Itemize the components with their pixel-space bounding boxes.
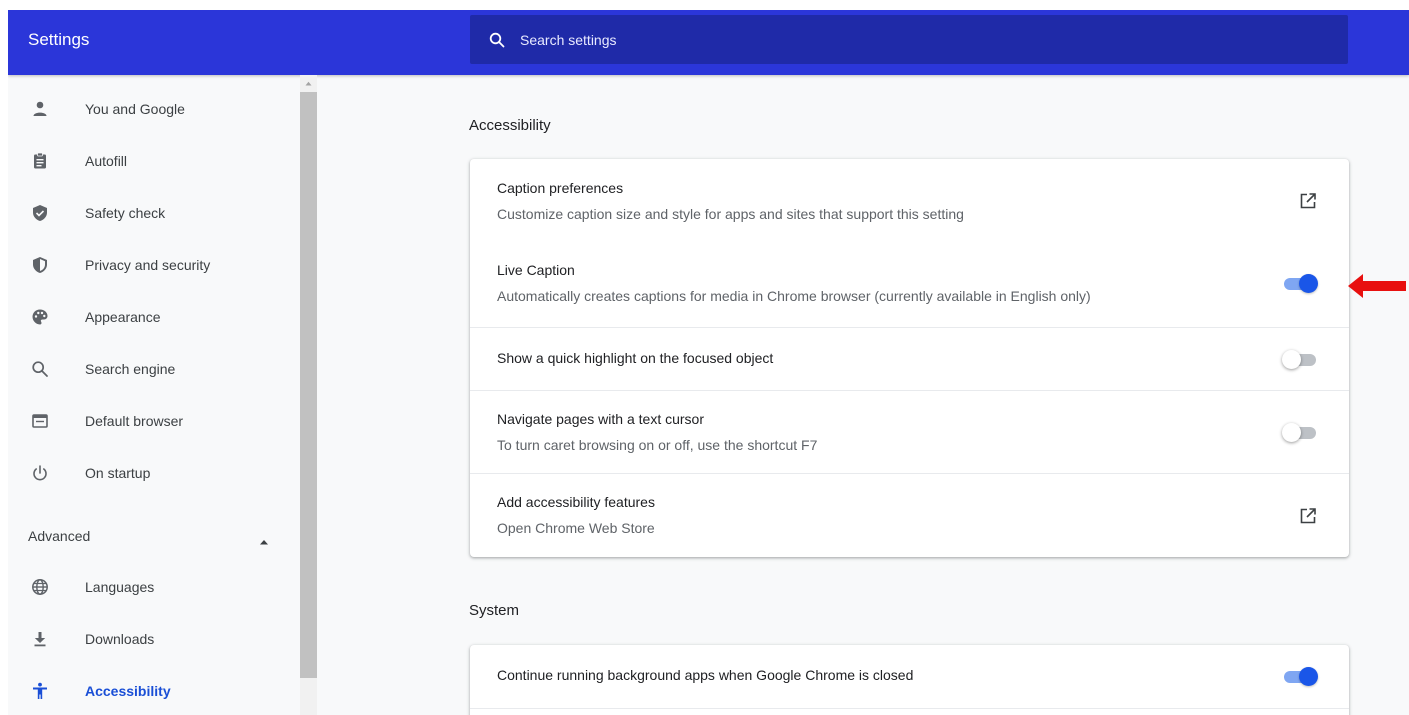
browser-icon bbox=[28, 409, 52, 433]
external-link-icon[interactable] bbox=[1296, 504, 1320, 528]
search-icon bbox=[28, 357, 52, 381]
setting-title: Live Caption bbox=[497, 262, 575, 278]
system-card: Continue running background apps when Go… bbox=[470, 645, 1349, 715]
search-box[interactable] bbox=[470, 15, 1348, 64]
setting-row-caption-preferences[interactable]: Caption preferences Customize caption si… bbox=[470, 159, 1349, 243]
sidebar: You and Google Autofill Safety check Pri… bbox=[8, 75, 308, 715]
accessibility-icon bbox=[28, 679, 52, 703]
background-apps-toggle[interactable] bbox=[1282, 666, 1318, 686]
setting-row-next bbox=[470, 708, 1349, 715]
sidebar-item-label: Downloads bbox=[85, 631, 155, 647]
setting-subtitle: To turn caret browsing on or off, use th… bbox=[497, 437, 818, 453]
chevron-up-icon bbox=[259, 532, 269, 550]
setting-title: Show a quick highlight on the focused ob… bbox=[497, 350, 774, 366]
sidebar-item-label: Accessibility bbox=[85, 683, 171, 699]
advanced-toggle[interactable]: Advanced bbox=[8, 518, 298, 554]
palette-icon bbox=[28, 305, 52, 329]
toggle-knob bbox=[1282, 423, 1301, 442]
clipboard-icon bbox=[28, 149, 52, 173]
sidebar-item-label: Default browser bbox=[85, 413, 184, 429]
setting-row-background-apps[interactable]: Continue running background apps when Go… bbox=[470, 645, 1349, 708]
setting-row-focus-highlight[interactable]: Show a quick highlight on the focused ob… bbox=[470, 327, 1349, 391]
sidebar-item-label: Autofill bbox=[85, 153, 128, 169]
sidebar-item-languages[interactable]: Languages bbox=[8, 567, 298, 607]
sidebar-item-label: On startup bbox=[85, 465, 151, 481]
page-title: Settings bbox=[28, 30, 90, 49]
sidebar-item-label: Appearance bbox=[85, 309, 161, 325]
toggle-knob bbox=[1282, 350, 1301, 369]
section-title-accessibility: Accessibility bbox=[469, 117, 551, 134]
setting-subtitle: Customize caption size and style for app… bbox=[497, 206, 964, 222]
caret-browsing-toggle[interactable] bbox=[1282, 422, 1318, 442]
power-icon bbox=[28, 461, 52, 485]
sidebar-item-safety-check[interactable]: Safety check bbox=[8, 193, 298, 233]
advanced-label: Advanced bbox=[28, 528, 91, 544]
setting-title: Caption preferences bbox=[497, 180, 624, 196]
sidebar-item-on-startup[interactable]: On startup bbox=[8, 453, 298, 493]
app-header: Settings bbox=[8, 10, 1409, 75]
toggle-knob bbox=[1299, 274, 1318, 293]
sidebar-item-default-browser[interactable]: Default browser bbox=[8, 401, 298, 441]
setting-title: Add accessibility features bbox=[497, 494, 655, 510]
globe-icon bbox=[28, 575, 52, 599]
sidebar-item-label: Privacy and security bbox=[85, 257, 211, 273]
scrollbar-thumb[interactable] bbox=[300, 92, 317, 678]
download-icon bbox=[28, 627, 52, 651]
sidebar-item-label: Search engine bbox=[85, 361, 176, 377]
external-link-icon[interactable] bbox=[1296, 189, 1320, 213]
sidebar-item-downloads[interactable]: Downloads bbox=[8, 619, 298, 659]
focus-highlight-toggle[interactable] bbox=[1282, 349, 1318, 369]
sidebar-item-label: You and Google bbox=[85, 101, 185, 117]
shield-icon bbox=[28, 253, 52, 277]
sidebar-scrollbar[interactable] bbox=[300, 75, 317, 715]
toggle-knob bbox=[1299, 667, 1318, 686]
annotation-arrow-icon bbox=[1348, 274, 1406, 298]
accessibility-card: Caption preferences Customize caption si… bbox=[470, 159, 1349, 557]
sidebar-item-appearance[interactable]: Appearance bbox=[8, 297, 298, 337]
live-caption-toggle[interactable] bbox=[1282, 273, 1318, 293]
sidebar-item-label: Safety check bbox=[85, 205, 166, 221]
setting-row-caret-browsing[interactable]: Navigate pages with a text cursor To tur… bbox=[470, 390, 1349, 474]
settings-window: Settings You and Google Autofill Safet bbox=[8, 10, 1409, 715]
sidebar-item-accessibility[interactable]: Accessibility bbox=[8, 671, 298, 711]
search-input[interactable] bbox=[518, 30, 1302, 49]
sidebar-item-privacy-and-security[interactable]: Privacy and security bbox=[8, 245, 298, 285]
sidebar-item-search-engine[interactable]: Search engine bbox=[8, 349, 298, 389]
sidebar-item-label: Languages bbox=[85, 579, 155, 595]
setting-title: Navigate pages with a text cursor bbox=[497, 411, 704, 427]
setting-row-add-accessibility-features[interactable]: Add accessibility features Open Chrome W… bbox=[470, 473, 1349, 558]
setting-subtitle: Automatically creates captions for media… bbox=[497, 288, 1091, 304]
person-icon bbox=[28, 97, 52, 121]
setting-row-live-caption[interactable]: Live Caption Automatically creates capti… bbox=[470, 243, 1349, 327]
section-title-system: System bbox=[469, 602, 520, 619]
search-icon[interactable] bbox=[488, 31, 506, 49]
sidebar-item-you-and-google[interactable]: You and Google bbox=[8, 89, 298, 129]
scroll-up-arrow-icon[interactable] bbox=[300, 75, 317, 92]
sidebar-item-autofill[interactable]: Autofill bbox=[8, 141, 298, 181]
setting-subtitle: Open Chrome Web Store bbox=[497, 520, 655, 536]
setting-title: Continue running background apps when Go… bbox=[497, 667, 914, 683]
shield-check-icon bbox=[28, 201, 52, 225]
